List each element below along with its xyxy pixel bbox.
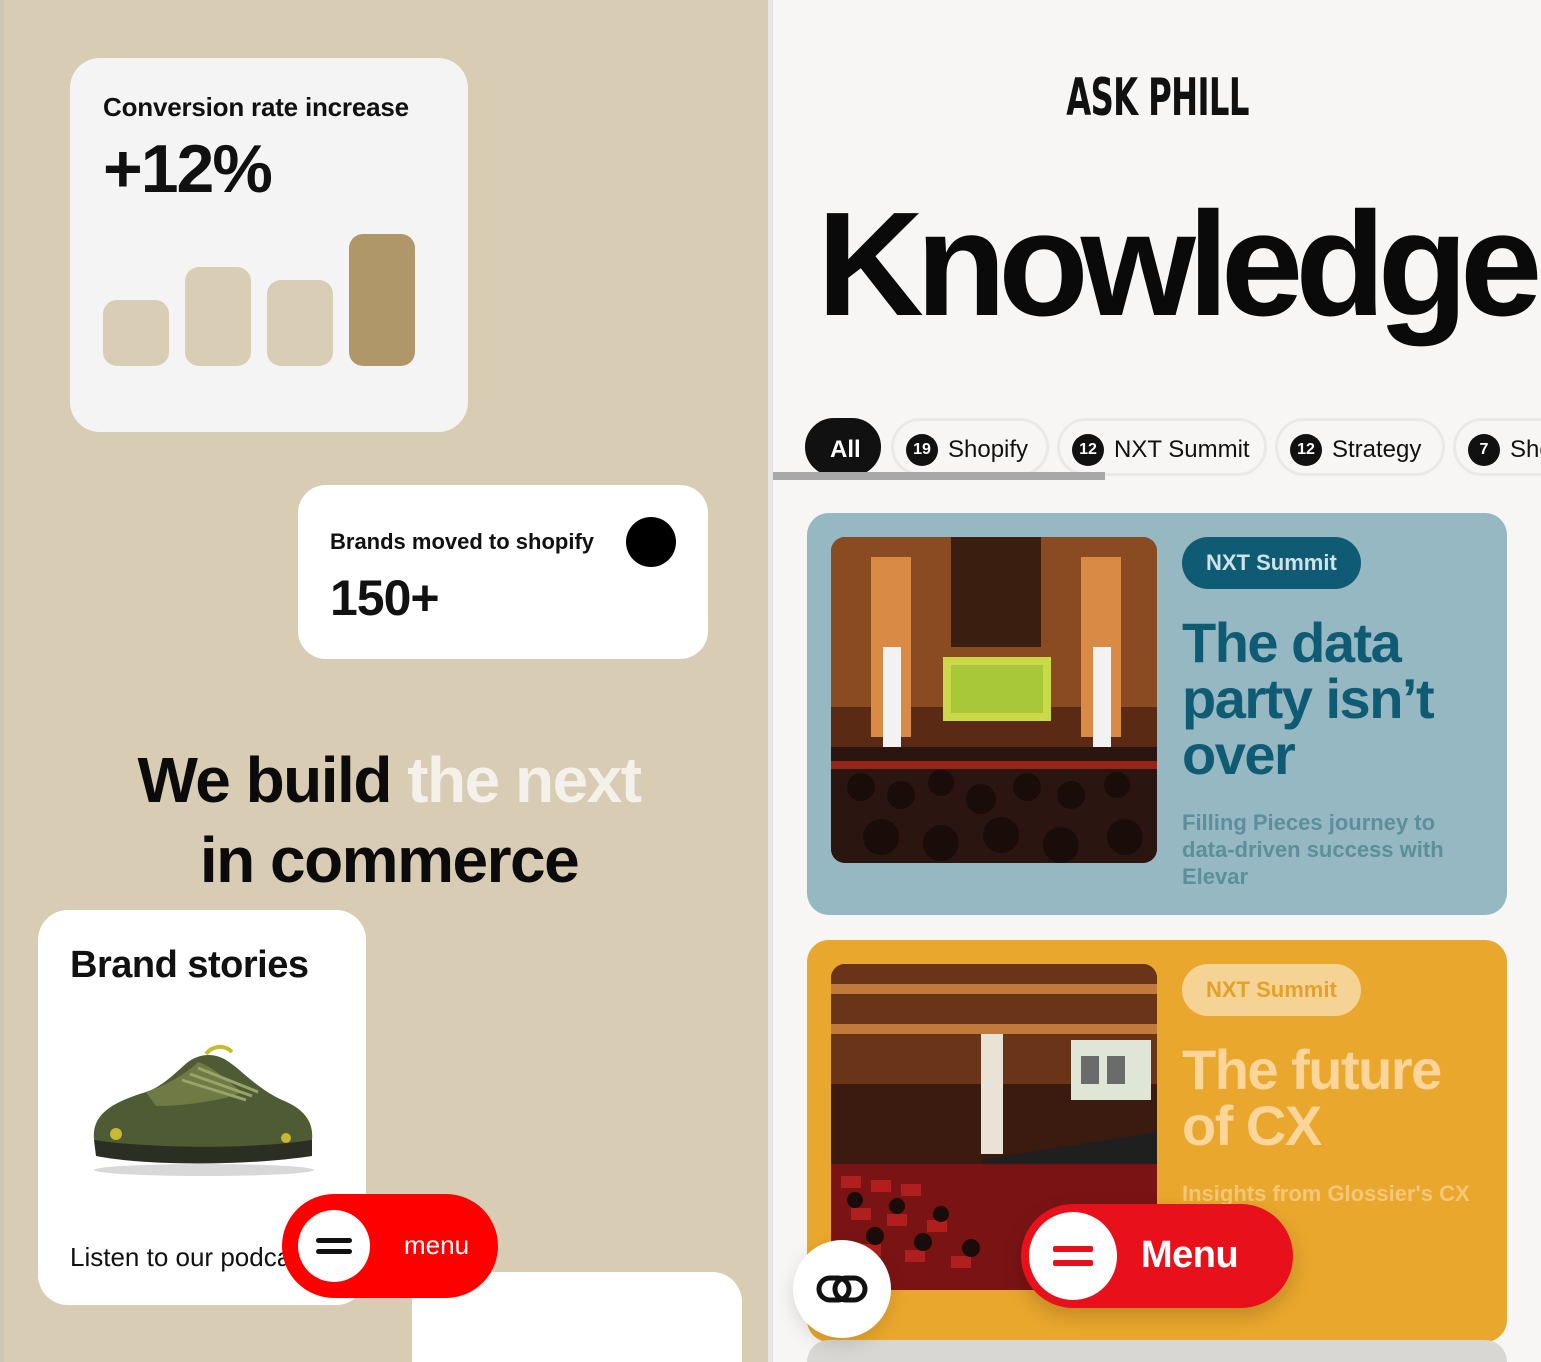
menu-label: menu xyxy=(404,1230,470,1260)
filter-chip-shopify[interactable]: 19 Shopify xyxy=(891,418,1049,476)
bar-4 xyxy=(349,234,415,366)
filter-label: Sho xyxy=(1510,436,1541,463)
event-photo xyxy=(831,537,1157,863)
bar-3 xyxy=(267,280,333,366)
left-panel: Conversion rate increase +12% Brands mov… xyxy=(4,0,770,1362)
headline-part-1: We build xyxy=(137,744,408,816)
filter-count: 19 xyxy=(906,434,938,466)
hero-headline: We build the next in commerce xyxy=(34,740,744,900)
article-card[interactable]: NXT Summit The data party isn’t over Fil… xyxy=(807,513,1507,915)
filter-count: 12 xyxy=(1072,434,1104,466)
article-description: Filling Pieces journey to data-driven su… xyxy=(1182,810,1444,889)
filter-count: 12 xyxy=(1290,434,1322,466)
filter-chip-partial[interactable]: 7 Sho xyxy=(1453,418,1541,476)
ask-phill-logo[interactable]: ASK PHILL xyxy=(919,68,1396,128)
brands-card: Brands moved to shopify 150+ xyxy=(298,485,708,659)
filter-chip-all[interactable]: All xyxy=(805,418,881,476)
article-tag[interactable]: NXT Summit xyxy=(1182,537,1361,589)
right-panel: ASK PHILL Knowledge All 19 Shopify 12 NX… xyxy=(772,0,1541,1362)
filter-label: Strategy xyxy=(1332,436,1422,463)
sneaker-image xyxy=(93,1045,314,1176)
brand-stories-title: Brand stories xyxy=(70,944,309,986)
filter-chip-nxt-summit[interactable]: 12 NXT Summit xyxy=(1057,418,1267,476)
article-card-partial[interactable] xyxy=(807,1340,1507,1362)
article-title: The data party isn’t over xyxy=(1182,611,1435,786)
page-title: Knowledge xyxy=(817,182,1541,347)
filter-scrollbar[interactable] xyxy=(773,472,1105,480)
filter-label: NXT Summit xyxy=(1114,436,1250,463)
filter-label: Shopify xyxy=(948,436,1029,463)
link-icon xyxy=(816,1275,868,1303)
bar-2 xyxy=(185,267,251,366)
bar-1 xyxy=(103,300,169,366)
link-button[interactable] xyxy=(793,1240,891,1338)
article-title: The future of CX xyxy=(1182,1038,1442,1157)
headline-part-2: the next xyxy=(407,744,642,816)
brands-title: Brands moved to shopify xyxy=(330,529,595,554)
menu-button[interactable]: Menu xyxy=(1021,1204,1293,1308)
brands-value: 150+ xyxy=(330,570,440,626)
conversion-title: Conversion rate increase xyxy=(103,92,409,122)
conversion-value: +12% xyxy=(103,131,273,207)
filter-count: 7 xyxy=(1468,434,1500,466)
conversion-card: Conversion rate increase +12% xyxy=(70,58,468,432)
filter-chip-strategy[interactable]: 12 Strategy xyxy=(1275,418,1445,476)
menu-label: Menu xyxy=(1141,1234,1239,1276)
article-description: Insights from Glossier's CX xyxy=(1182,1181,1470,1206)
headline-part-3: in commerce xyxy=(199,824,580,896)
hamburger-icon xyxy=(298,1210,370,1282)
brand-stories-subtitle: Listen to our podcast xyxy=(70,1242,312,1272)
equals-icon xyxy=(1029,1212,1117,1300)
article-tag[interactable]: NXT Summit xyxy=(1182,964,1361,1016)
menu-button[interactable]: menu xyxy=(282,1194,498,1298)
dot-icon xyxy=(626,517,676,567)
filter-label: All xyxy=(830,436,861,463)
